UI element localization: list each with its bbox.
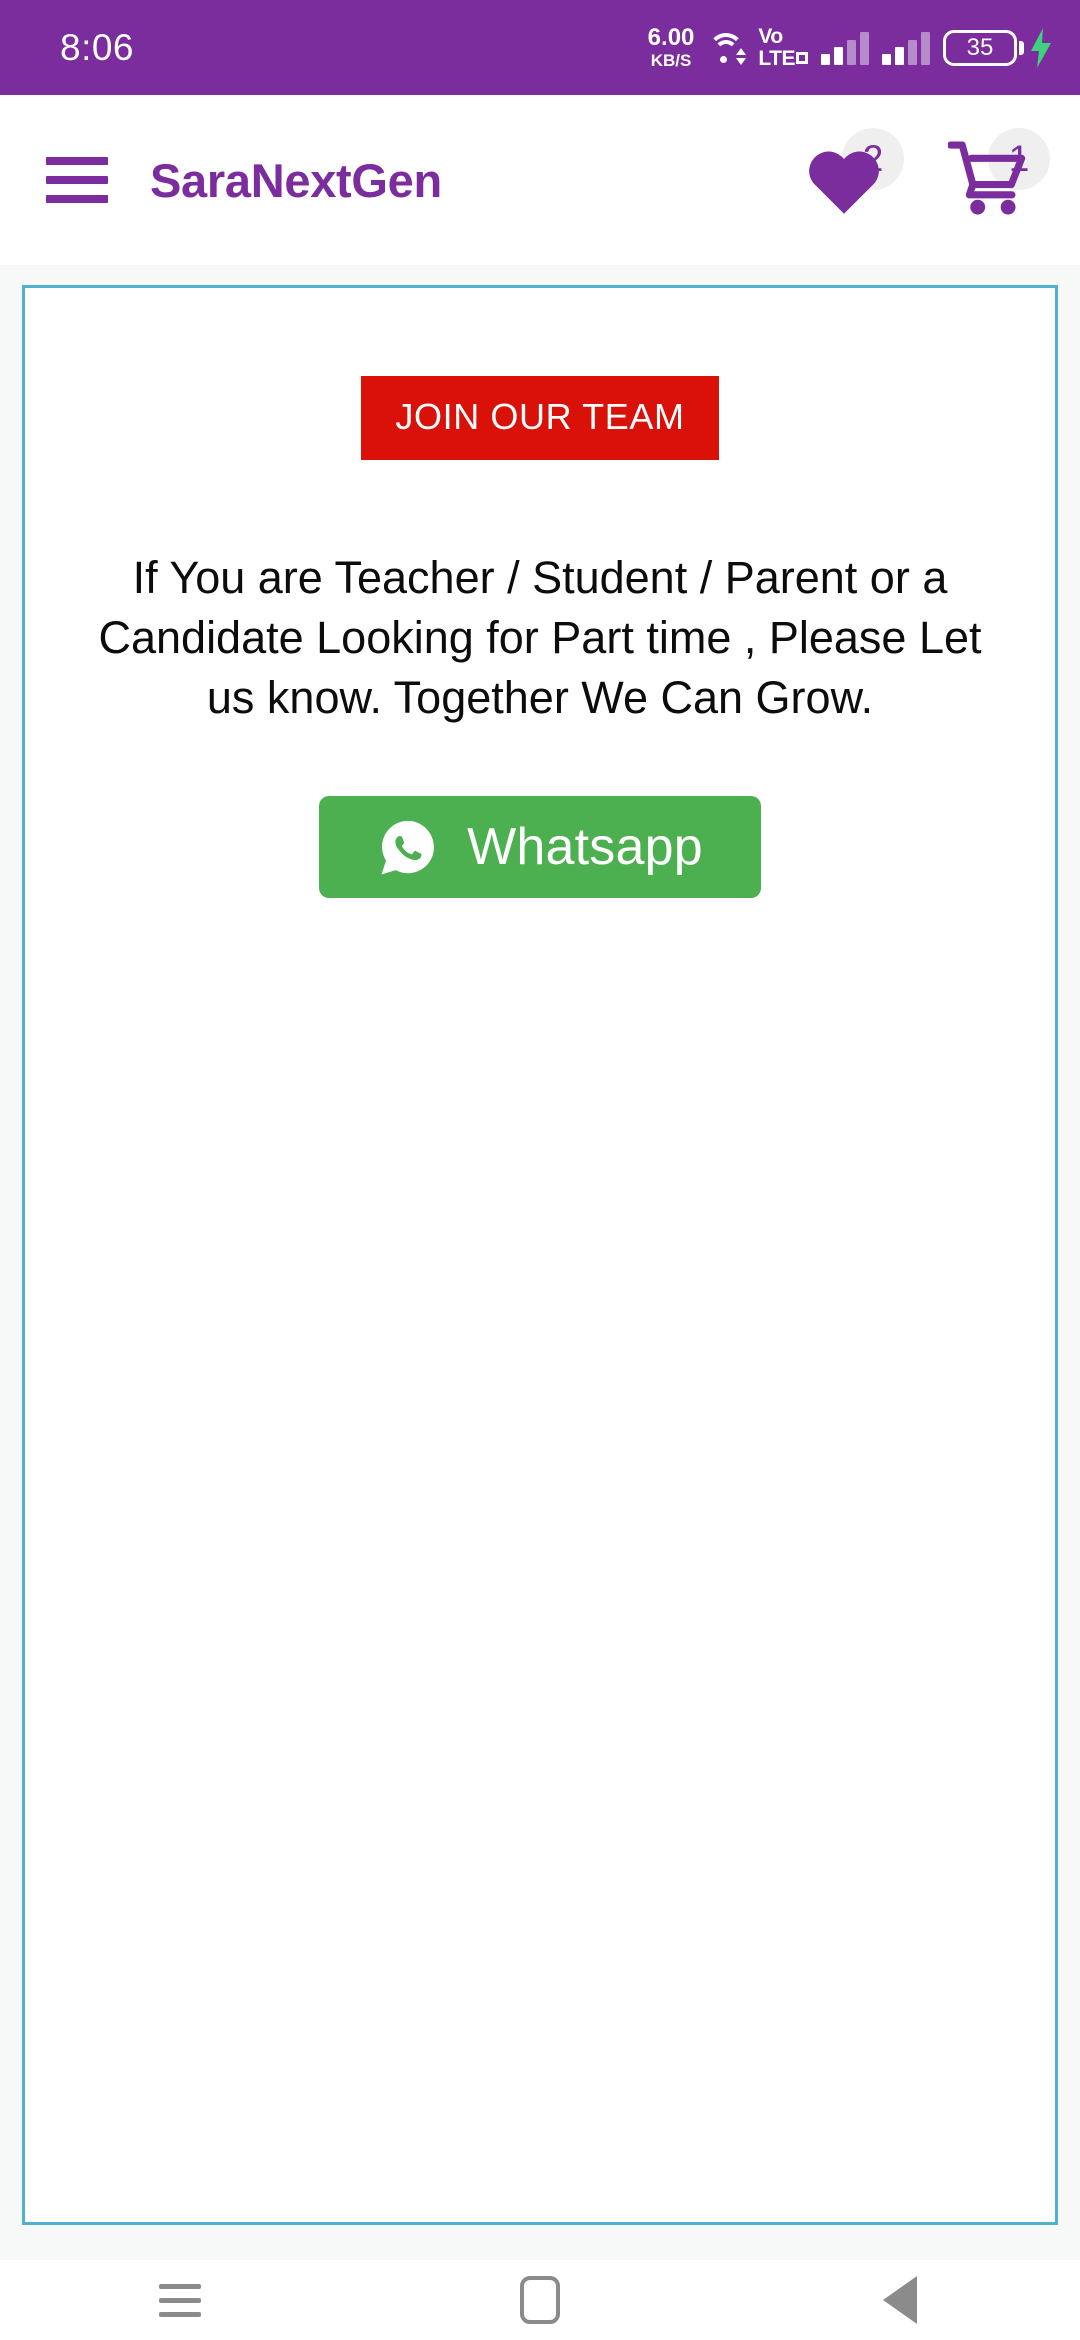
back-icon	[883, 2276, 917, 2324]
recent-apps-icon	[159, 2283, 201, 2317]
home-icon	[520, 2276, 560, 2324]
cart-button[interactable]: 1	[944, 128, 1050, 226]
network-speed-unit: KB/S	[650, 51, 692, 70]
status-bar-indicators: 6.00 KB/S Vo LTE 35	[648, 26, 1054, 69]
charging-bolt-icon	[1031, 27, 1051, 68]
home-button[interactable]	[470, 2260, 610, 2340]
recent-apps-button[interactable]	[110, 2260, 250, 2340]
volte-box-glyph	[796, 52, 808, 65]
join-button-row: JOIN OUR TEAM	[25, 376, 1055, 460]
signal-strength-sim2-icon	[882, 31, 930, 65]
volte-icon: Vo LTE	[758, 26, 808, 69]
status-clock: 8:06	[60, 26, 135, 68]
recruitment-message: If You are Teacher / Student / Parent or…	[98, 552, 982, 723]
hamburger-menu-icon[interactable]	[46, 157, 108, 203]
whatsapp-icon	[381, 820, 435, 875]
wifi-icon	[707, 31, 747, 65]
signal-strength-sim1-icon	[821, 31, 869, 65]
network-speed-indicator: 6.00 KB/S	[647, 24, 695, 70]
join-our-team-button[interactable]: JOIN OUR TEAM	[361, 376, 719, 460]
network-speed-value: 6.00	[647, 24, 695, 51]
whatsapp-button-row: Whatsapp	[25, 795, 1055, 898]
brand-title: SaraNextGen	[150, 153, 442, 207]
back-button[interactable]	[830, 2260, 970, 2340]
wishlist-button[interactable]: 2	[798, 128, 904, 226]
header-actions: 2 1	[798, 128, 1050, 226]
status-bar: 8:06 6.00 KB/S Vo LTE 35	[0, 0, 1080, 95]
android-navigation-bar	[0, 2260, 1080, 2340]
app-header: SaraNextGen 2 1	[0, 95, 1080, 265]
whatsapp-button-label: Whatsapp	[467, 817, 703, 876]
heart-icon	[809, 151, 879, 214]
content-card: JOIN OUR TEAM If You are Teacher / Stude…	[22, 285, 1058, 2225]
volte-line-2: LTE	[758, 46, 795, 70]
shopping-cart-icon	[948, 141, 1026, 215]
battery-level-text: 35	[966, 33, 994, 61]
battery-indicator: 35	[943, 27, 1054, 68]
phone-screen: 8:06 6.00 KB/S Vo LTE 35 SaraNextGen 1 J…	[0, 0, 1080, 2340]
volte-line-1: Vo	[758, 25, 783, 49]
page-body: JOIN OUR TEAM If You are Teacher / Stude…	[0, 265, 1080, 2265]
whatsapp-button[interactable]: Whatsapp	[319, 795, 761, 898]
